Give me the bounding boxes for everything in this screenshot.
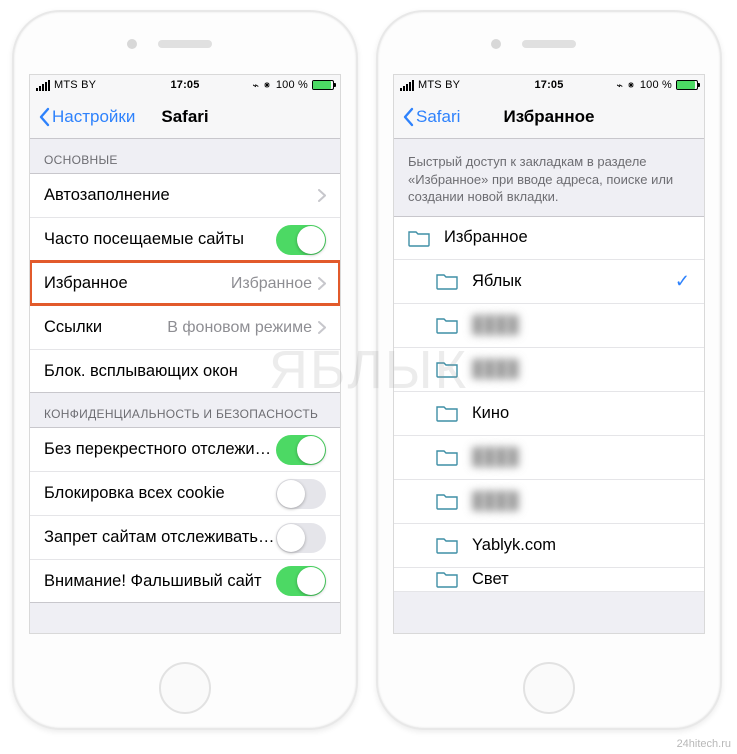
speaker: [522, 40, 576, 48]
signal-icon: [36, 80, 50, 91]
back-button[interactable]: Safari: [402, 107, 460, 127]
row-label: Запрет сайтам отслеживать м…: [44, 528, 276, 547]
section-header-general: ОСНОВНЫЕ: [30, 139, 340, 173]
folder-name: Yablyk.com: [472, 536, 690, 555]
status-bar: MTS BY 17:05 ⌁ ⁕ 100 %: [394, 75, 704, 95]
folder-name: Яблык: [472, 272, 675, 291]
row-value: В фоновом режиме: [167, 319, 312, 337]
home-button[interactable]: [523, 662, 575, 714]
nav-bar: Safari Избранное: [394, 95, 704, 139]
chevron-left-icon: [38, 107, 50, 127]
battery-pct: 100 %: [276, 79, 308, 91]
folder-name: ████: [472, 360, 690, 379]
folder-item[interactable]: ████: [394, 304, 704, 348]
favorites-content[interactable]: Быстрый доступ к закладкам в разделе «Из…: [394, 139, 704, 633]
favorites-note: Быстрый доступ к закладкам в разделе «Из…: [394, 139, 704, 216]
row-block-cookies[interactable]: Блокировка всех cookie: [30, 471, 340, 515]
folder-item[interactable]: ████: [394, 436, 704, 480]
carrier-label: MTS BY: [54, 79, 96, 91]
row-links[interactable]: Ссылки В фоновом режиме: [30, 305, 340, 349]
row-do-not-track[interactable]: Запрет сайтам отслеживать м…: [30, 515, 340, 559]
folder-item[interactable]: Yablyk.com: [394, 524, 704, 568]
nav-bar: Настройки Safari: [30, 95, 340, 139]
phone-right: MTS BY 17:05 ⌁ ⁕ 100 % Safari Избранное …: [376, 10, 722, 730]
speaker: [158, 40, 212, 48]
row-label: Избранное: [44, 274, 231, 293]
screen-right: MTS BY 17:05 ⌁ ⁕ 100 % Safari Избранное …: [393, 74, 705, 634]
folder-icon: [436, 272, 458, 290]
back-label: Safari: [416, 107, 460, 127]
folder-name: Кино: [472, 404, 690, 423]
chevron-right-icon: [318, 189, 326, 202]
back-label: Настройки: [52, 107, 135, 127]
section-header-privacy: КОНФИДЕНЦИАЛЬНОСТЬ И БЕЗОПАСНОСТЬ: [30, 393, 340, 427]
folder-root[interactable]: Избранное: [394, 216, 704, 260]
folder-name: ████: [472, 448, 690, 467]
row-label: Часто посещаемые сайты: [44, 230, 276, 249]
row-label: Автозаполнение: [44, 186, 318, 205]
row-label: Ссылки: [44, 318, 167, 337]
folder-icon: [436, 360, 458, 378]
status-bar: MTS BY 17:05 ⌁ ⁕ 100 %: [30, 75, 340, 95]
folder-icon: [408, 229, 430, 247]
status-time: 17:05: [170, 79, 199, 91]
row-label: Блокировка всех cookie: [44, 484, 276, 503]
chevron-right-icon: [318, 277, 326, 290]
folder-icon: [436, 570, 458, 588]
folder-name: ████: [472, 316, 690, 335]
folder-name: Избранное: [444, 228, 690, 247]
battery-icon: [676, 80, 698, 90]
signal-icon: [400, 80, 414, 91]
screen-left: MTS BY 17:05 ⌁ ⁕ 100 % Настройки Safari …: [29, 74, 341, 634]
bluetooth-icon: ⌁ ⁕: [252, 79, 272, 92]
row-autofill[interactable]: Автозаполнение: [30, 173, 340, 217]
carrier-label: MTS BY: [418, 79, 460, 91]
folder-item[interactable]: Кино: [394, 392, 704, 436]
status-time: 17:05: [534, 79, 563, 91]
toggle-frequent[interactable]: [276, 225, 326, 255]
toggle-do-not-track[interactable]: [276, 523, 326, 553]
check-icon: ✓: [675, 271, 690, 292]
folder-item[interactable]: ████: [394, 480, 704, 524]
row-favorites[interactable]: Избранное Избранное: [30, 261, 340, 305]
row-fraud-warning[interactable]: Внимание! Фальшивый сайт: [30, 559, 340, 603]
folder-icon: [436, 316, 458, 334]
front-camera: [491, 39, 501, 49]
chevron-right-icon: [318, 321, 326, 334]
row-cross-tracking[interactable]: Без перекрестного отслежива…: [30, 427, 340, 471]
folder-icon: [436, 492, 458, 510]
folder-icon: [436, 536, 458, 554]
front-camera: [127, 39, 137, 49]
row-block-popups[interactable]: Блок. всплывающих окон: [30, 349, 340, 393]
battery-icon: [312, 80, 334, 90]
toggle-cross-tracking[interactable]: [276, 435, 326, 465]
folder-icon: [436, 404, 458, 422]
folder-item[interactable]: Яблык✓: [394, 260, 704, 304]
battery-pct: 100 %: [640, 79, 672, 91]
row-frequent-sites[interactable]: Часто посещаемые сайты: [30, 217, 340, 261]
bluetooth-icon: ⌁ ⁕: [616, 79, 636, 92]
toggle-block-cookies[interactable]: [276, 479, 326, 509]
phone-left: MTS BY 17:05 ⌁ ⁕ 100 % Настройки Safari …: [12, 10, 358, 730]
row-label: Без перекрестного отслежива…: [44, 440, 276, 459]
back-button[interactable]: Настройки: [38, 107, 135, 127]
settings-content[interactable]: ОСНОВНЫЕ Автозаполнение Часто посещаемые…: [30, 139, 340, 633]
folder-name: ████: [472, 492, 690, 511]
folder-item[interactable]: ████: [394, 348, 704, 392]
chevron-left-icon: [402, 107, 414, 127]
row-label: Внимание! Фальшивый сайт: [44, 572, 276, 591]
folder-name: Свет: [472, 570, 690, 589]
row-label: Блок. всплывающих окон: [44, 362, 326, 381]
home-button[interactable]: [159, 662, 211, 714]
row-value: Избранное: [231, 275, 312, 293]
credit: 24hitech.ru: [677, 738, 731, 750]
folder-icon: [436, 448, 458, 466]
toggle-fraud-warning[interactable]: [276, 566, 326, 596]
folder-item[interactable]: Свет: [394, 568, 704, 592]
